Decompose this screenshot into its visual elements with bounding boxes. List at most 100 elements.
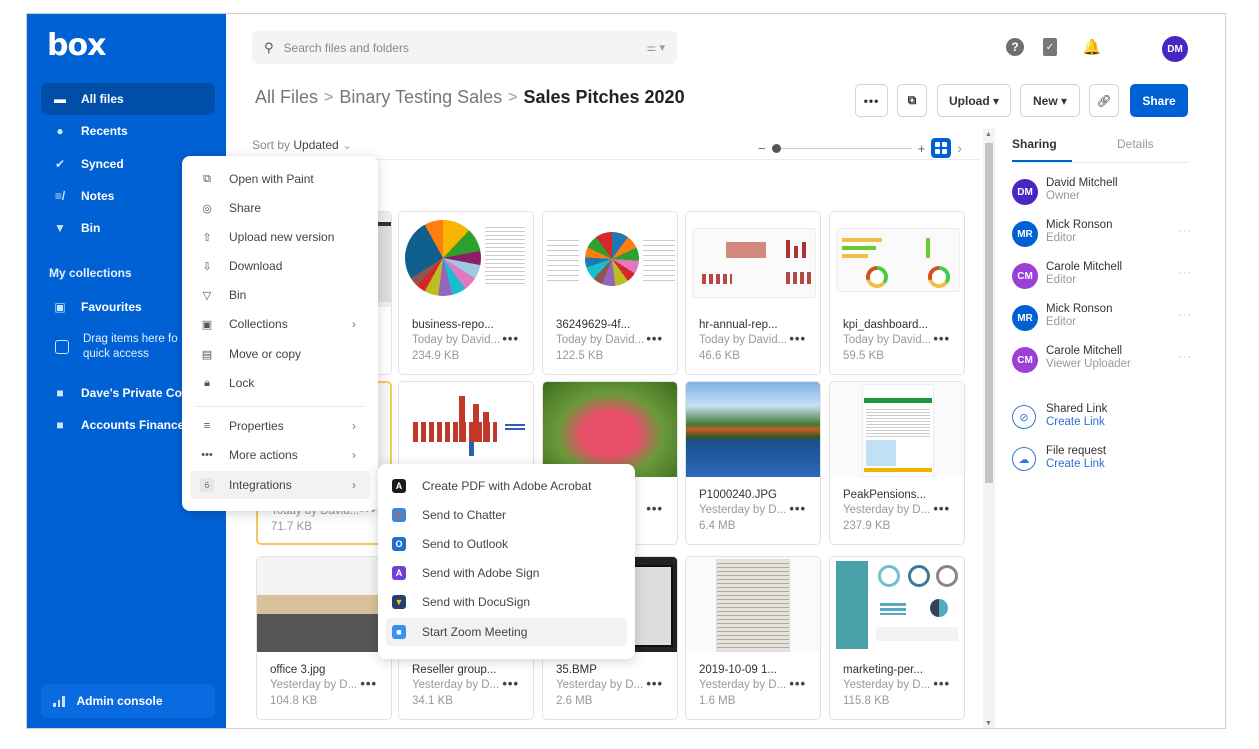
file-more-button[interactable]: ••• — [360, 676, 377, 691]
file-card[interactable]: 36249629-4f... Today by David... 122.5 K… — [542, 211, 678, 375]
menu-item-send-to-chatter[interactable]: C Send to Chatter — [386, 501, 627, 529]
scrollbar-thumb[interactable] — [985, 143, 993, 483]
share-button[interactable]: Share — [1130, 84, 1188, 117]
file-name[interactable]: PeakPensions... — [843, 489, 926, 501]
file-more-button[interactable]: ••• — [502, 331, 519, 346]
create-file-request-link[interactable]: Create Link — [1046, 458, 1105, 470]
menu-item-collections[interactable]: ▣ Collections › — [190, 310, 370, 338]
file-name[interactable]: P1000240.JPG — [699, 489, 777, 501]
file-name[interactable]: marketing-per... — [843, 664, 923, 676]
file-name[interactable]: Reseller group... — [412, 664, 496, 676]
file-card[interactable]: 2019-10-09 1... Yesterday by D... 1.6 MB… — [685, 556, 821, 720]
menu-item-send-with-docusign[interactable]: ▼ Send with DocuSign — [386, 588, 627, 616]
menu-item-lock[interactable]: 🔒︎ Lock — [190, 369, 370, 397]
sort-dropdown[interactable]: Sort by Updated ⌄ — [252, 138, 352, 152]
sidebar-item-all-files[interactable]: ▬ All files — [41, 83, 215, 115]
menu-item-integrations[interactable]: 6 Integrations › — [190, 471, 370, 499]
search-filter-icon[interactable]: ⚌ ▾ — [647, 41, 665, 54]
menu-item-label: Bin — [229, 288, 247, 302]
file-name[interactable]: 35.BMP — [556, 664, 597, 676]
menu-item-bin[interactable]: ▽ Bin — [190, 281, 370, 309]
file-more-button[interactable]: ••• — [789, 676, 806, 691]
file-card[interactable]: hr-annual-rep... Today by David... 46.6 … — [685, 211, 821, 375]
breadcrumb-item-all-files[interactable]: All Files — [255, 87, 318, 108]
file-name[interactable]: kpi_dashboard... — [843, 319, 928, 331]
upload-button[interactable]: Upload ▾ — [937, 84, 1011, 117]
file-meta: Yesterday by D... — [699, 679, 787, 691]
file-card[interactable]: marketing-per... Yesterday by D... 115.8… — [829, 556, 965, 720]
sidebar-item-recents[interactable]: ● Recents — [41, 115, 215, 147]
menu-item-upload-new-version[interactable]: ⇧ Upload new version — [190, 223, 370, 251]
menu-item-label: Properties — [229, 419, 284, 433]
file-size: 71.7 KB — [271, 521, 312, 533]
collaborator-row: DM David Mitchell Owner — [1012, 175, 1192, 209]
scroll-down-arrow-icon[interactable]: ▼ — [985, 720, 992, 727]
file-card[interactable]: office 3.jpg Yesterday by D... 104.8 KB … — [256, 556, 392, 720]
admin-console-button[interactable]: Admin console — [41, 684, 215, 718]
new-button[interactable]: New ▾ — [1020, 84, 1080, 117]
more-options-button[interactable]: ••• — [855, 84, 888, 117]
collaborator-more-button[interactable]: ··· — [1178, 225, 1192, 237]
collaborator-more-button[interactable]: ··· — [1178, 267, 1192, 279]
menu-item-create-pdf-adobe-acrobat[interactable]: A Create PDF with Adobe Acrobat — [386, 472, 627, 500]
grid-view-button[interactable] — [931, 138, 952, 158]
file-card[interactable]: P1000240.JPG Yesterday by D... 6.4 MB ••… — [685, 381, 821, 545]
toggle-sidebar-chevron-icon[interactable]: › — [957, 140, 962, 156]
menu-item-more-actions[interactable]: ••• More actions › — [190, 441, 370, 469]
breadcrumb-item-binary-testing-sales[interactable]: Binary Testing Sales — [339, 87, 502, 108]
file-name[interactable]: 2019-10-09 1... — [699, 664, 777, 676]
file-more-button[interactable]: ••• — [933, 676, 950, 691]
file-name[interactable]: 36249629-4f... — [556, 319, 630, 331]
user-avatar[interactable]: DM — [1162, 36, 1188, 62]
file-more-button[interactable]: ••• — [646, 501, 663, 516]
menu-item-start-zoom-meeting[interactable]: ■ Start Zoom Meeting — [386, 618, 627, 646]
collaborator-more-button[interactable]: ··· — [1178, 351, 1192, 363]
tab-details[interactable]: Details — [1117, 137, 1154, 162]
thumbnail-size-slider[interactable] — [771, 143, 912, 153]
tab-sharing[interactable]: Sharing — [1012, 137, 1072, 162]
file-name[interactable]: hr-annual-rep... — [699, 319, 778, 331]
folder-icon: ▬ — [54, 92, 66, 106]
menu-item-send-with-adobe-sign[interactable]: A Send with Adobe Sign — [386, 559, 627, 587]
file-name[interactable]: business-repo... — [412, 319, 494, 331]
menu-item-move-or-copy[interactable]: ▤ Move or copy — [190, 340, 370, 368]
file-more-button[interactable]: ••• — [502, 676, 519, 691]
zoom-in-button[interactable]: + — [918, 141, 926, 156]
sidebar-item-label: Dave's Private Colle — [81, 386, 196, 400]
zoom-out-button[interactable]: − — [758, 141, 766, 156]
file-name[interactable]: office 3.jpg — [270, 664, 325, 676]
notifications-bell-icon[interactable]: 🔔 — [1083, 38, 1102, 56]
menu-item-download[interactable]: ⇩ Download — [190, 252, 370, 280]
menu-item-open-with-paint[interactable]: ⧉ Open with Paint — [190, 165, 370, 193]
vertical-scrollbar[interactable]: ▲ ▼ — [983, 129, 995, 728]
add-to-collection-button[interactable]: ⧉ — [897, 84, 927, 117]
collaborator-name: David Mitchell — [1046, 177, 1118, 189]
file-more-button[interactable]: ••• — [646, 331, 663, 346]
check-circle-icon: ✔ — [54, 157, 66, 171]
file-card[interactable]: kpi_dashboard... Today by David... 59.5 … — [829, 211, 965, 375]
menu-item-label: Share — [229, 201, 262, 215]
menu-item-share[interactable]: ◎ Share — [190, 194, 370, 222]
search-input[interactable]: ⚲ Search files and folders ⚌ ▾ — [252, 31, 677, 64]
box-logo[interactable]: box — [47, 28, 106, 63]
chatter-icon: C — [392, 508, 406, 522]
create-shared-link[interactable]: Create Link — [1046, 416, 1105, 428]
file-thumbnail — [686, 212, 820, 307]
file-more-button[interactable]: ••• — [646, 676, 663, 691]
tasks-icon[interactable]: ✓ — [1043, 38, 1057, 56]
copy-link-button[interactable]: 🔗︎ — [1089, 84, 1119, 117]
menu-item-properties[interactable]: ≡ Properties › — [190, 412, 370, 440]
file-card[interactable]: business-repo... Today by David... 234.9… — [398, 211, 534, 375]
help-icon[interactable]: ? — [1006, 38, 1024, 56]
collaborator-more-button[interactable]: ··· — [1178, 309, 1192, 321]
file-card[interactable]: PeakPensions... Yesterday by D... 237.9 … — [829, 381, 965, 545]
file-more-button[interactable]: ••• — [933, 501, 950, 516]
menu-item-send-to-outlook[interactable]: O Send to Outlook — [386, 530, 627, 558]
file-thumbnail — [543, 382, 677, 477]
file-more-button[interactable]: ••• — [789, 331, 806, 346]
file-more-button[interactable]: ••• — [789, 501, 806, 516]
slider-handle[interactable] — [771, 143, 781, 153]
file-more-button[interactable]: ••• — [933, 331, 950, 346]
scroll-up-arrow-icon[interactable]: ▲ — [985, 131, 992, 138]
collaborator-role: Owner — [1046, 190, 1080, 202]
